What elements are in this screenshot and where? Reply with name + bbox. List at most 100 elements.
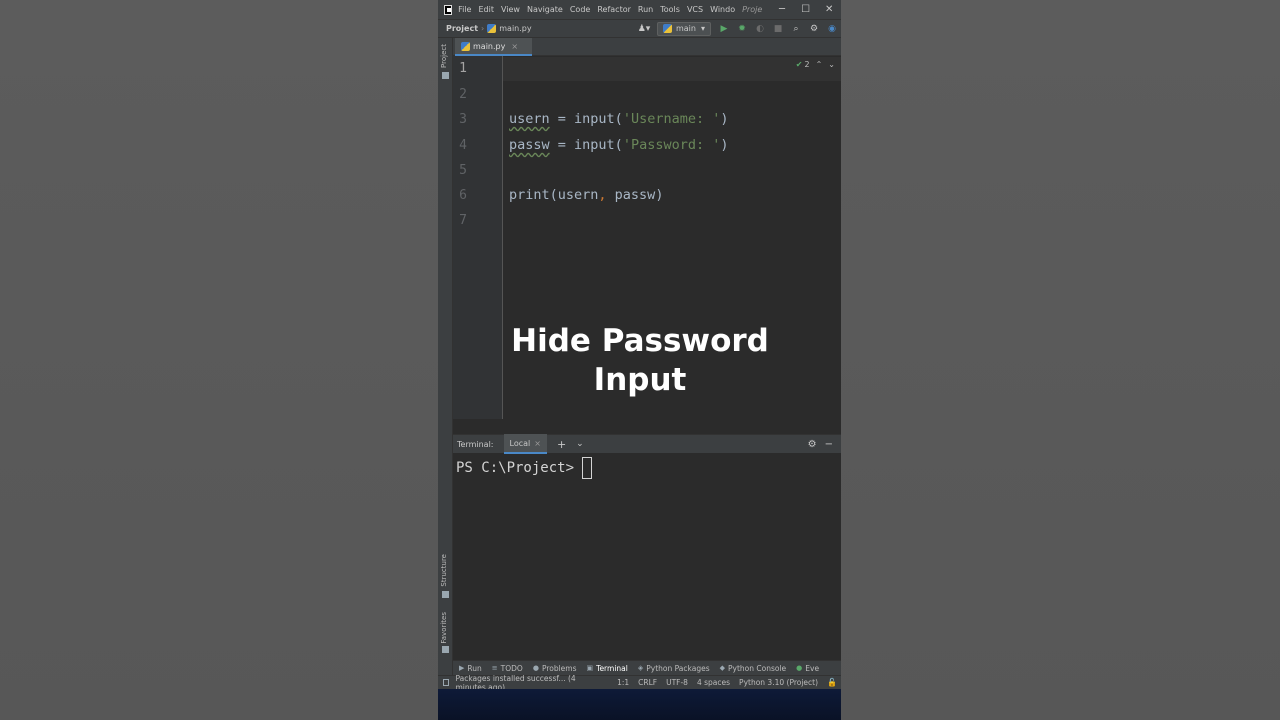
line-number: 7 bbox=[459, 213, 467, 228]
tool-window-label: Terminal bbox=[596, 663, 628, 673]
gear-icon[interactable]: ⚙ bbox=[808, 439, 817, 450]
tool-window-label: Python Packages bbox=[646, 663, 710, 673]
code-editor[interactable]: 1 2 3 4 5 6 7 ✔ 2 ⌃ ⌄ usern = input('Use… bbox=[453, 56, 841, 419]
user-icon[interactable]: ♟▾ bbox=[635, 24, 653, 34]
close-tab-icon[interactable]: × bbox=[511, 42, 518, 51]
new-terminal-button[interactable]: + bbox=[557, 438, 566, 451]
python-file-icon bbox=[487, 24, 497, 33]
stop-icon[interactable]: ■ bbox=[769, 24, 787, 34]
code-token-operator: = bbox=[549, 111, 575, 127]
code-token-comma: , bbox=[598, 187, 607, 203]
status-widgets: 1:1 CRLF UTF-8 4 spaces Python 3.10 (Pro… bbox=[608, 678, 841, 687]
file-encoding[interactable]: UTF-8 bbox=[666, 678, 688, 687]
lock-icon[interactable]: 🔓 bbox=[827, 678, 837, 687]
code-token-paren: ) bbox=[720, 111, 729, 127]
terminal-tab-label: Local bbox=[509, 438, 531, 448]
terminal-tab-local[interactable]: Local × bbox=[503, 434, 547, 454]
terminal-actions: ⚙ − bbox=[808, 439, 841, 450]
python-console-icon: ◆ bbox=[719, 664, 726, 672]
terminal-icon: ▣ bbox=[586, 664, 594, 672]
tool-window-label: Python Console bbox=[728, 663, 787, 673]
coverage-icon[interactable]: ◐ bbox=[751, 24, 769, 34]
terminal-title: Terminal: bbox=[457, 439, 494, 449]
toggle-tool-windows-icon[interactable] bbox=[443, 679, 450, 686]
breadcrumb-file[interactable]: main.py bbox=[487, 24, 532, 33]
menu-tools[interactable]: Tools bbox=[660, 5, 680, 14]
tab-label: main.py bbox=[473, 41, 506, 51]
menu-navigate[interactable]: Navigate bbox=[527, 5, 563, 14]
run-icon[interactable]: ▶ bbox=[715, 24, 733, 34]
code-token-operator: = bbox=[549, 137, 575, 153]
chevron-down-icon: ▾ bbox=[700, 24, 705, 33]
chevron-down-icon[interactable]: ⌄ bbox=[828, 60, 835, 69]
chevron-up-icon[interactable]: ⌃ bbox=[816, 60, 823, 69]
code-token-variable: passw bbox=[509, 137, 550, 153]
event-log-icon: ● bbox=[796, 664, 803, 672]
tool-window-terminal[interactable]: ▣ Terminal bbox=[587, 664, 628, 673]
inspection-widget[interactable]: ✔ 2 ⌃ ⌄ bbox=[796, 60, 841, 69]
tool-window-python-console[interactable]: ◆ Python Console bbox=[720, 664, 787, 673]
python-interpreter[interactable]: Python 3.10 (Project) bbox=[739, 678, 818, 687]
terminal-panel[interactable]: PS C:\Project> bbox=[453, 454, 841, 658]
code-token-rest: passw) bbox=[606, 187, 664, 203]
tool-window-problems[interactable]: ● Problems bbox=[533, 664, 577, 673]
editor-tabs: main.py × bbox=[453, 38, 841, 56]
breadcrumb-project[interactable]: Project bbox=[446, 24, 478, 33]
menu-view[interactable]: View bbox=[501, 5, 520, 14]
terminal-prompt-text: PS C:\Project> bbox=[456, 460, 575, 476]
gear-icon[interactable]: ⚙ bbox=[805, 24, 823, 34]
pycharm-logo-icon bbox=[444, 4, 453, 15]
tool-window-python-packages[interactable]: ◈ Python Packages bbox=[638, 664, 710, 673]
close-tab-icon[interactable]: × bbox=[534, 439, 541, 448]
menu-edit[interactable]: Edit bbox=[478, 5, 494, 14]
caret-position[interactable]: 1:1 bbox=[617, 678, 629, 687]
ide-window: File Edit View Navigate Code Refactor Ru… bbox=[438, 0, 841, 720]
minimize-button[interactable]: ─ bbox=[770, 4, 794, 15]
code-token-string: 'Password: ' bbox=[622, 137, 721, 153]
hide-panel-icon[interactable]: − bbox=[825, 439, 833, 450]
structure-tool-button[interactable]: Structure bbox=[440, 554, 448, 587]
search-icon[interactable]: ⌕ bbox=[787, 24, 805, 34]
python-config-icon bbox=[662, 24, 672, 33]
updates-icon[interactable]: ◉ bbox=[823, 24, 841, 34]
terminal-header: Terminal: Local × + ⌄ ⚙ − bbox=[453, 434, 841, 454]
tool-window-label: Problems bbox=[541, 663, 577, 673]
maximize-button[interactable]: ☐ bbox=[794, 4, 818, 15]
tab-main-py[interactable]: main.py × bbox=[455, 38, 533, 56]
project-tool-button[interactable]: Project bbox=[440, 44, 448, 68]
close-window-button[interactable]: ✕ bbox=[817, 4, 841, 15]
debug-icon[interactable]: ✹ bbox=[733, 24, 751, 34]
run-icon: ▶ bbox=[459, 664, 465, 672]
run-configuration-selector[interactable]: main ▾ bbox=[656, 21, 711, 36]
code-token-string: 'Username: ' bbox=[622, 111, 721, 127]
video-footer-band bbox=[438, 689, 841, 720]
tool-window-event-log[interactable]: ● Eve bbox=[796, 664, 819, 673]
indentation[interactable]: 4 spaces bbox=[697, 678, 730, 687]
tool-window-label: TODO bbox=[500, 663, 523, 673]
structure-icon bbox=[442, 591, 449, 598]
background-right bbox=[841, 0, 1280, 720]
tool-window-todo[interactable]: ≡ TODO bbox=[492, 664, 523, 673]
python-file-icon bbox=[461, 41, 470, 51]
todo-icon: ≡ bbox=[491, 664, 498, 672]
terminal-dropdown-button[interactable]: ⌄ bbox=[576, 439, 584, 449]
favorites-tool-button[interactable]: Favorites bbox=[440, 612, 448, 644]
menu-file[interactable]: File bbox=[458, 5, 471, 14]
terminal-cursor bbox=[582, 457, 593, 479]
background-left bbox=[0, 0, 438, 720]
navigation-bar: Project › main.py ♟▾ main ▾ ▶ ✹ ◐ ■ ⌕ ⚙ … bbox=[438, 19, 841, 38]
code-token-function: input( bbox=[574, 111, 623, 127]
caret-row-highlight bbox=[453, 57, 841, 81]
menu-vcs[interactable]: VCS bbox=[687, 5, 703, 14]
breadcrumb-file-label: main.py bbox=[499, 24, 532, 33]
menu-refactor[interactable]: Refactor bbox=[597, 5, 631, 14]
code-line-3: usern = input('Username: ') bbox=[509, 111, 729, 127]
caption-line-2: Input bbox=[593, 362, 687, 398]
line-number: 3 bbox=[459, 112, 467, 127]
line-separator[interactable]: CRLF bbox=[638, 678, 657, 687]
menu-window[interactable]: Windo bbox=[710, 5, 735, 14]
menu-code[interactable]: Code bbox=[570, 5, 590, 14]
inspection-count: 2 bbox=[804, 60, 810, 69]
menu-run[interactable]: Run bbox=[638, 5, 653, 14]
tool-window-run[interactable]: ▶ Run bbox=[459, 664, 482, 673]
